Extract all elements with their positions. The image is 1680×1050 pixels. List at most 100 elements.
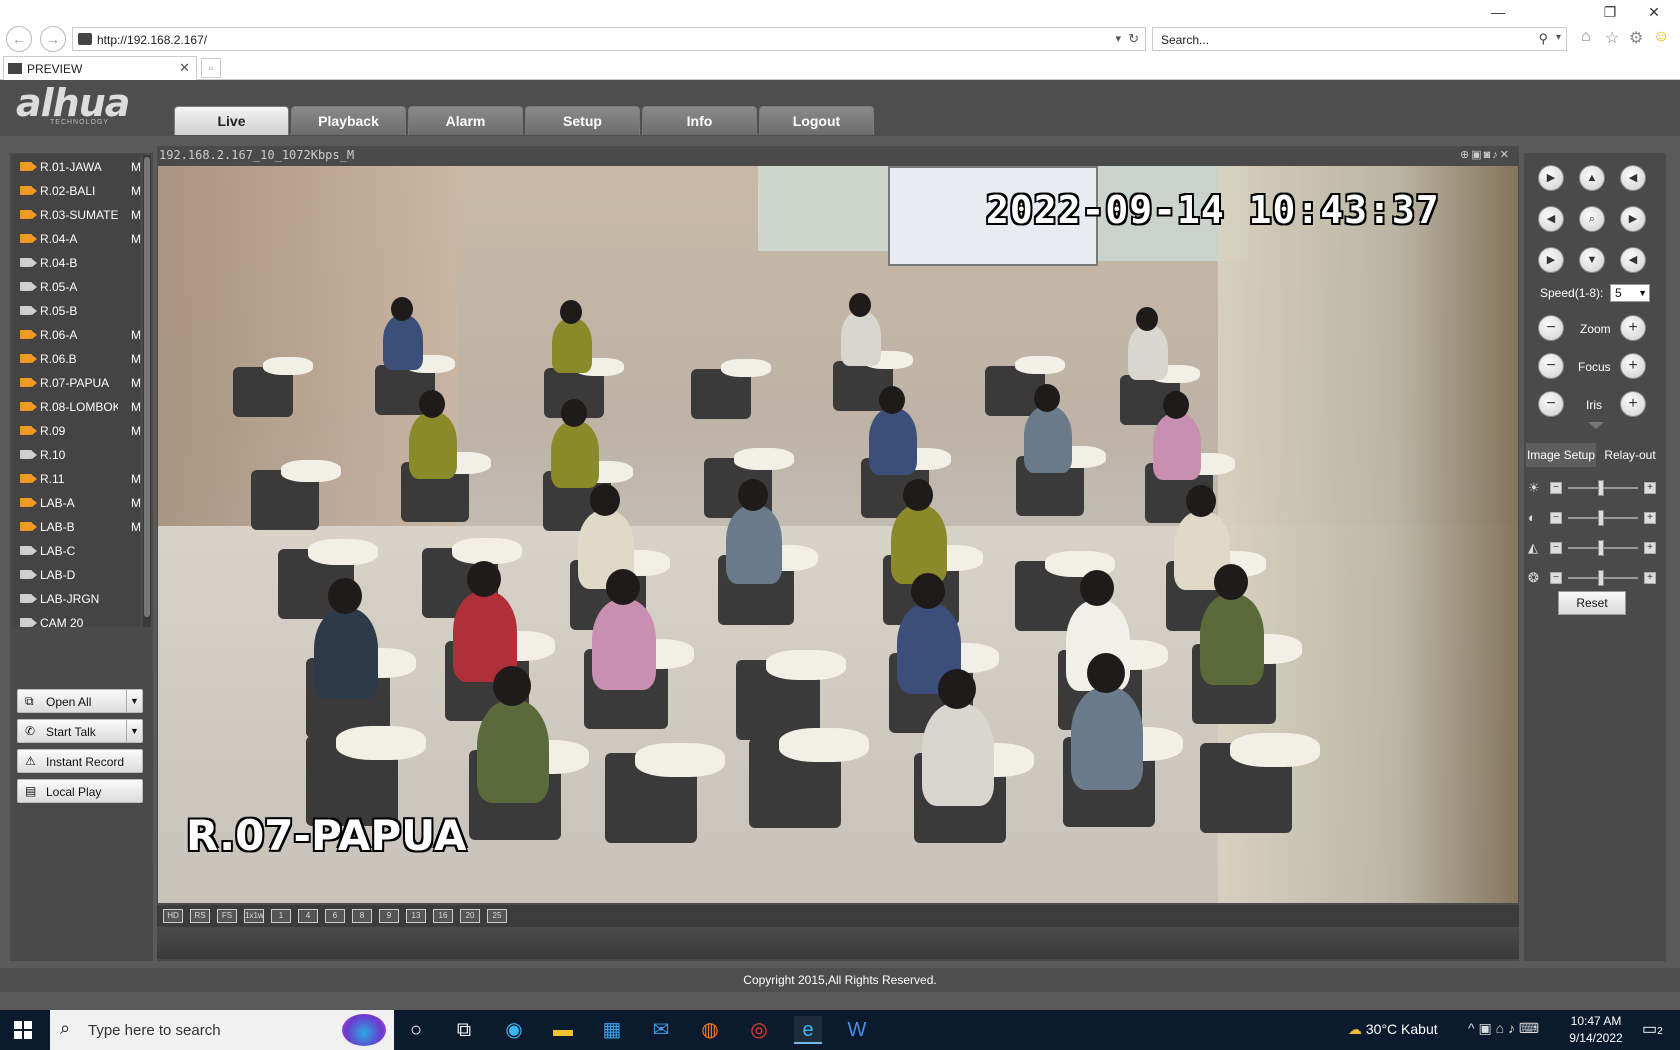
channel-item[interactable]: R.07-PAPUA M <box>12 371 140 395</box>
brightness-plus-button[interactable]: + <box>1644 482 1656 494</box>
menu-tab-info[interactable]: Info <box>642 106 757 135</box>
start-talk-button[interactable]: ✆ Start Talk ▼ <box>17 719 143 743</box>
collapse-arrow-icon[interactable] <box>1588 422 1604 429</box>
file-explorer-icon[interactable]: ▬ <box>549 1016 577 1044</box>
mail-icon[interactable]: ✉ <box>647 1016 675 1044</box>
ptz-up-right-icon[interactable]: ◀ <box>1620 165 1646 191</box>
edge-icon[interactable]: ◉ <box>500 1016 528 1044</box>
channel-scrollbar[interactable] <box>143 155 151 627</box>
ptz-up-icon[interactable]: ▲ <box>1579 165 1605 191</box>
windows-start-icon[interactable] <box>14 1021 32 1039</box>
hue-plus-button[interactable]: + <box>1644 572 1656 584</box>
ptz-right-icon[interactable]: ▶ <box>1620 206 1646 232</box>
word-icon[interactable]: W <box>843 1016 871 1044</box>
ptz-down-icon[interactable]: ▼ <box>1579 247 1605 273</box>
record-icon[interactable]: ◙ <box>1484 149 1493 161</box>
store-icon[interactable]: ▦ <box>598 1016 626 1044</box>
live-video-feed[interactable]: 2022-09-14 10:43:37 R.07-PAPUA <box>158 166 1518 903</box>
address-url[interactable]: http://192.168.2.167/ <box>97 33 207 47</box>
menu-tab-playback[interactable]: Playback <box>291 106 406 135</box>
channel-item[interactable]: R.10 <box>12 443 140 467</box>
close-icon[interactable]: ✕ <box>1640 4 1668 21</box>
focus-minus-icon[interactable]: − <box>1538 353 1564 379</box>
open-all-button[interactable]: ⧉ Open All ▼ <box>17 689 143 713</box>
layout-9-icon[interactable]: 9 <box>379 909 399 923</box>
contrast-thumb[interactable] <box>1598 510 1604 526</box>
channel-item[interactable]: LAB-B M <box>12 515 140 539</box>
chrome-icon[interactable]: ◎ <box>745 1016 773 1044</box>
tab-relay-out[interactable]: Relay-out <box>1596 443 1664 467</box>
settings-gear-icon[interactable]: ⚙ <box>1629 28 1643 48</box>
channel-item[interactable]: R.03-SUMATERA M <box>12 203 140 227</box>
zoom-minus-icon[interactable]: − <box>1538 315 1564 341</box>
menu-tab-setup[interactable]: Setup <box>525 106 640 135</box>
layout-13-icon[interactable]: 13 <box>406 909 426 923</box>
ptz-auto-focus-icon[interactable]: ⌕ <box>1579 206 1605 232</box>
menu-tab-live[interactable]: Live <box>174 106 289 135</box>
layout-hd-icon[interactable]: HD <box>163 909 183 923</box>
channel-item[interactable]: CAM 20 <box>12 611 140 627</box>
notification-center-icon[interactable]: ▭2 <box>1642 1019 1663 1039</box>
zoom-plus-icon[interactable]: + <box>1620 315 1646 341</box>
audio-icon[interactable]: ♪ <box>1492 149 1500 161</box>
channel-item[interactable]: R.04-A M <box>12 227 140 251</box>
home-icon[interactable]: ⌂ <box>1581 28 1591 46</box>
address-bar[interactable]: http://192.168.2.167/ ▾ ↻ <box>72 27 1146 51</box>
layout-25-icon[interactable]: 25 <box>487 909 507 923</box>
search-icon[interactable]: ⚲ <box>1538 31 1548 47</box>
reset-button[interactable]: Reset <box>1558 591 1626 615</box>
local-play-button[interactable]: ▤ Local Play <box>17 779 143 803</box>
channel-item[interactable]: R.06-A M <box>12 323 140 347</box>
refresh-icon[interactable]: ↻ <box>1128 31 1139 47</box>
layout-1x1w-icon[interactable]: 1x1w <box>244 909 264 923</box>
contrast-slider[interactable]: ◐ − + <box>1528 510 1662 526</box>
restore-icon[interactable]: ❐ <box>1596 4 1624 21</box>
layout-6-icon[interactable]: 6 <box>325 909 345 923</box>
open-all-dropdown-icon[interactable]: ▼ <box>126 690 142 712</box>
saturation-thumb[interactable] <box>1598 540 1604 556</box>
minimize-icon[interactable]: — <box>1484 4 1512 20</box>
speed-select[interactable]: 5 ▼ <box>1610 284 1650 302</box>
search-highlight-icon[interactable] <box>342 1014 386 1046</box>
tab-image-setup[interactable]: Image Setup <box>1526 443 1596 467</box>
scrollbar-thumb[interactable] <box>144 157 150 617</box>
hue-thumb[interactable] <box>1598 570 1604 586</box>
brightness-slider[interactable]: ☀ − + <box>1528 480 1662 496</box>
feedback-smiley-icon[interactable]: ☺ <box>1653 28 1669 46</box>
channel-item[interactable]: R.06.B M <box>12 347 140 371</box>
layout-fs-icon[interactable]: FS <box>217 909 237 923</box>
close-video-icon[interactable]: ✕ <box>1500 149 1511 161</box>
start-talk-dropdown-icon[interactable]: ▼ <box>126 720 142 742</box>
search-dropdown-icon[interactable]: ▾ <box>1556 32 1561 43</box>
iris-minus-icon[interactable]: − <box>1538 391 1564 417</box>
brightness-thumb[interactable] <box>1598 480 1604 496</box>
menu-tab-logout[interactable]: Logout <box>759 106 874 135</box>
saturation-minus-button[interactable]: − <box>1550 542 1562 554</box>
tray-chevron-icon[interactable]: ^ <box>1468 1020 1475 1036</box>
tray-device-icon[interactable]: ▣ <box>1478 1020 1491 1036</box>
focus-plus-icon[interactable]: + <box>1620 353 1646 379</box>
ptz-down-left-icon[interactable]: ▶ <box>1538 247 1564 273</box>
internet-explorer-icon[interactable]: e <box>794 1016 822 1044</box>
layout-1-icon[interactable]: 1 <box>271 909 291 923</box>
new-tab-icon[interactable]: ▫ <box>201 58 221 78</box>
firefox-icon[interactable]: ◍ <box>696 1016 724 1044</box>
brightness-minus-button[interactable]: − <box>1550 482 1562 494</box>
channel-item[interactable]: R.05-B <box>12 299 140 323</box>
iris-plus-icon[interactable]: + <box>1620 391 1646 417</box>
taskbar-search-input[interactable]: ⌕ Type here to search <box>50 1010 394 1050</box>
channel-item[interactable]: R.02-BALI M <box>12 179 140 203</box>
channel-item[interactable]: LAB-C <box>12 539 140 563</box>
ime-icon[interactable]: ⌨ <box>1519 1020 1539 1036</box>
channel-item[interactable]: LAB-A M <box>12 491 140 515</box>
browser-tab-preview[interactable]: PREVIEW ✕ <box>3 56 197 80</box>
forward-icon[interactable]: → <box>40 26 66 52</box>
snapshot-icon[interactable]: ▣ <box>1471 149 1483 161</box>
saturation-slider[interactable]: ◭ − + <box>1528 540 1662 556</box>
ptz-down-right-icon[interactable]: ◀ <box>1620 247 1646 273</box>
favorites-star-icon[interactable]: ☆ <box>1605 28 1619 48</box>
contrast-minus-button[interactable]: − <box>1550 512 1562 524</box>
hue-slider[interactable]: ❂ − + <box>1528 570 1662 586</box>
layout-4-icon[interactable]: 4 <box>298 909 318 923</box>
menu-tab-alarm[interactable]: Alarm <box>408 106 523 135</box>
